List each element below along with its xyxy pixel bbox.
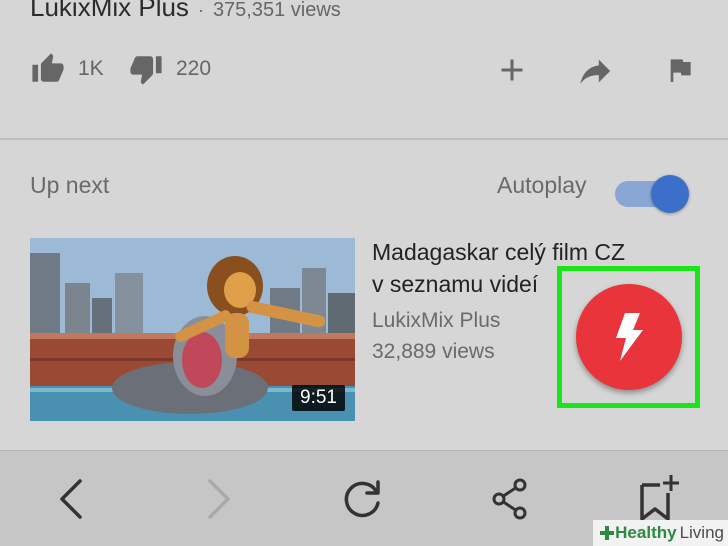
video-thumbnail[interactable]: 9:51 bbox=[30, 238, 355, 421]
up-next-heading: Up next bbox=[30, 172, 110, 198]
plus-icon bbox=[501, 59, 523, 81]
dislike-count: 220 bbox=[176, 57, 212, 80]
share-button[interactable] bbox=[490, 477, 530, 526]
section-divider bbox=[0, 138, 728, 140]
toggle-knob bbox=[651, 175, 689, 213]
flag-icon bbox=[670, 59, 691, 82]
plus-leaf-icon bbox=[600, 526, 615, 540]
video-meta: LukixMix Plus · 375,351 views bbox=[30, 0, 341, 28]
channel-name[interactable]: LukixMix Plus bbox=[30, 0, 189, 23]
forward-icon bbox=[208, 479, 230, 519]
forward-button[interactable] bbox=[198, 477, 238, 526]
share-video-button[interactable] bbox=[577, 54, 615, 88]
report-button[interactable] bbox=[664, 54, 696, 86]
like-count: 1K bbox=[78, 57, 104, 80]
flash-icon bbox=[616, 313, 643, 361]
share-arrow-icon bbox=[580, 59, 611, 84]
reload-button[interactable] bbox=[340, 477, 386, 526]
watermark-part1: Healthy bbox=[615, 523, 677, 542]
action-row: 1K 220 bbox=[0, 46, 728, 92]
autoplay-label: Autoplay bbox=[497, 172, 587, 198]
thumbs-up-icon bbox=[32, 53, 64, 82]
meta-separator: · bbox=[197, 0, 204, 20]
add-to-playlist-button[interactable] bbox=[494, 52, 530, 88]
share-icon bbox=[492, 478, 527, 520]
video-channel: LukixMix Plus bbox=[372, 309, 501, 332]
back-button[interactable] bbox=[52, 477, 92, 526]
reload-icon bbox=[344, 480, 380, 518]
view-count: 375,351 views bbox=[212, 0, 341, 21]
video-duration: 9:51 bbox=[292, 385, 345, 411]
back-icon bbox=[60, 479, 82, 519]
like-button[interactable]: 1K bbox=[30, 52, 104, 86]
video-views: 32,889 views bbox=[372, 340, 495, 363]
autoplay-toggle[interactable] bbox=[615, 175, 689, 213]
highlight-box bbox=[557, 266, 700, 408]
watermark-part2: Living bbox=[679, 523, 724, 542]
bookmark-add-icon bbox=[640, 475, 679, 521]
video-title-line1: Madagaskar celý film CZ bbox=[372, 239, 626, 265]
watermark-logo: Healthy Living bbox=[593, 520, 728, 546]
dislike-button[interactable]: 220 bbox=[128, 52, 211, 86]
thumbs-down-icon bbox=[130, 56, 162, 85]
flash-download-button[interactable] bbox=[576, 284, 682, 390]
